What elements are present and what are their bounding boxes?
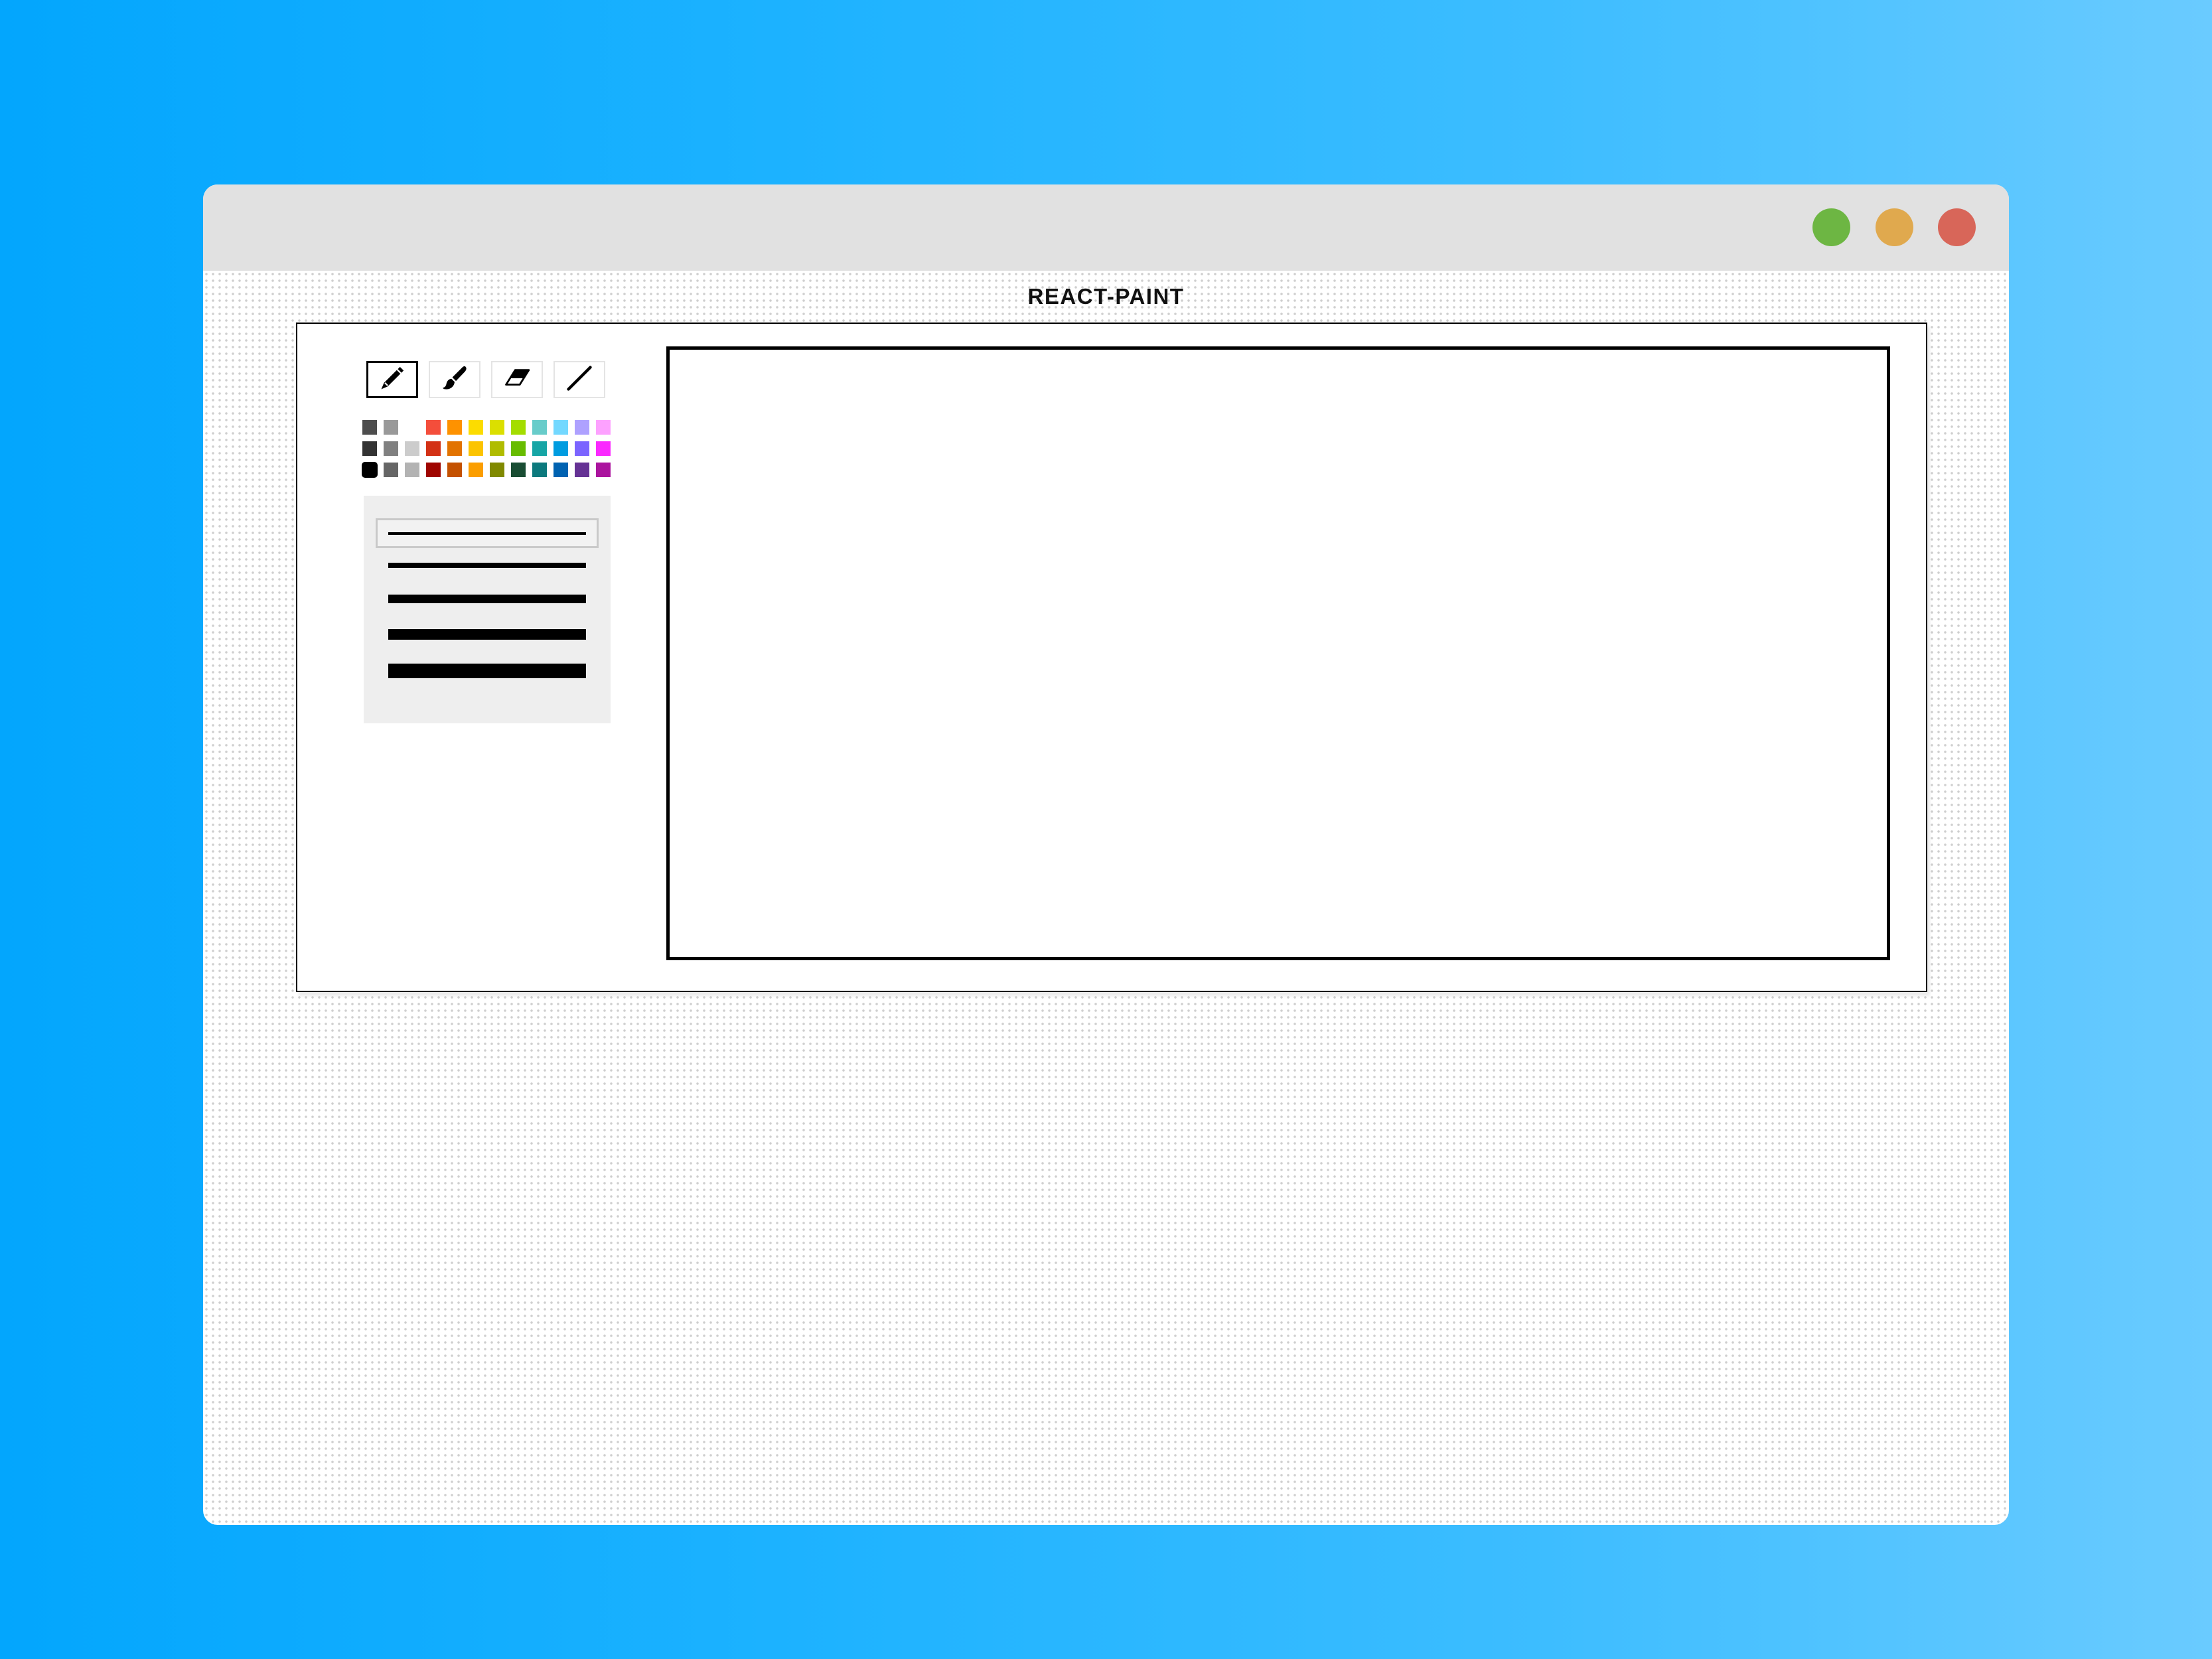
color-swatch[interactable]: [405, 420, 419, 435]
color-swatch[interactable]: [469, 441, 483, 456]
brush-size-option[interactable]: [376, 616, 599, 652]
minimize-button[interactable]: [1876, 208, 1913, 246]
color-swatch[interactable]: [575, 463, 589, 477]
color-palette: [362, 420, 615, 484]
color-swatch[interactable]: [553, 463, 568, 477]
brush-size-panel: [364, 496, 611, 723]
pencil-icon: [378, 364, 407, 396]
drawing-canvas[interactable]: [666, 346, 1890, 960]
color-swatch[interactable]: [596, 420, 611, 435]
brush-size-preview: [388, 532, 586, 535]
line-icon: [565, 364, 594, 396]
color-swatch[interactable]: [553, 420, 568, 435]
color-swatch[interactable]: [469, 463, 483, 477]
color-swatch[interactable]: [511, 420, 526, 435]
brush-size-preview: [388, 663, 586, 678]
color-swatch[interactable]: [447, 463, 462, 477]
color-swatch[interactable]: [426, 463, 441, 477]
color-swatch[interactable]: [575, 441, 589, 456]
color-swatch[interactable]: [553, 441, 568, 456]
color-swatch[interactable]: [532, 420, 547, 435]
maximize-button[interactable]: [1812, 208, 1850, 246]
paint-app: [296, 323, 1927, 992]
title-bar: [203, 184, 2009, 271]
tool-brush[interactable]: [429, 361, 480, 398]
color-swatch[interactable]: [384, 441, 398, 456]
color-swatch[interactable]: [384, 420, 398, 435]
eraser-icon: [502, 364, 532, 396]
color-swatch[interactable]: [490, 420, 504, 435]
color-swatch[interactable]: [447, 420, 462, 435]
color-swatch[interactable]: [532, 441, 547, 456]
brush-size-option[interactable]: [376, 652, 599, 689]
close-button[interactable]: [1938, 208, 1976, 246]
color-swatch[interactable]: [511, 463, 526, 477]
brush-size-option[interactable]: [376, 548, 599, 582]
app-title: REACT-PAINT: [1027, 284, 1185, 309]
color-swatch[interactable]: [426, 441, 441, 456]
brush-size-preview: [388, 562, 586, 568]
color-swatch[interactable]: [362, 420, 377, 435]
color-swatch[interactable]: [532, 463, 547, 477]
color-swatch[interactable]: [426, 420, 441, 435]
brush-size-option[interactable]: [376, 582, 599, 616]
color-swatch[interactable]: [362, 441, 377, 456]
tool-eraser[interactable]: [491, 361, 543, 398]
color-swatch[interactable]: [447, 441, 462, 456]
brush-size-preview: [388, 628, 586, 640]
brush-size-preview: [388, 595, 586, 603]
tool-line[interactable]: [553, 361, 605, 398]
color-swatch[interactable]: [575, 420, 589, 435]
brush-icon: [440, 364, 469, 396]
tool-pencil[interactable]: [366, 361, 418, 398]
brush-size-option[interactable]: [376, 518, 599, 548]
color-swatch[interactable]: [490, 441, 504, 456]
color-swatch[interactable]: [362, 462, 378, 478]
color-swatch[interactable]: [596, 441, 611, 456]
browser-window: REACT-PAINT: [203, 184, 2009, 1525]
color-swatch[interactable]: [490, 463, 504, 477]
color-swatch[interactable]: [405, 441, 419, 456]
color-swatch[interactable]: [384, 463, 398, 477]
color-swatch[interactable]: [596, 463, 611, 477]
color-swatch[interactable]: [511, 441, 526, 456]
color-swatch[interactable]: [469, 420, 483, 435]
color-swatch[interactable]: [405, 463, 419, 477]
